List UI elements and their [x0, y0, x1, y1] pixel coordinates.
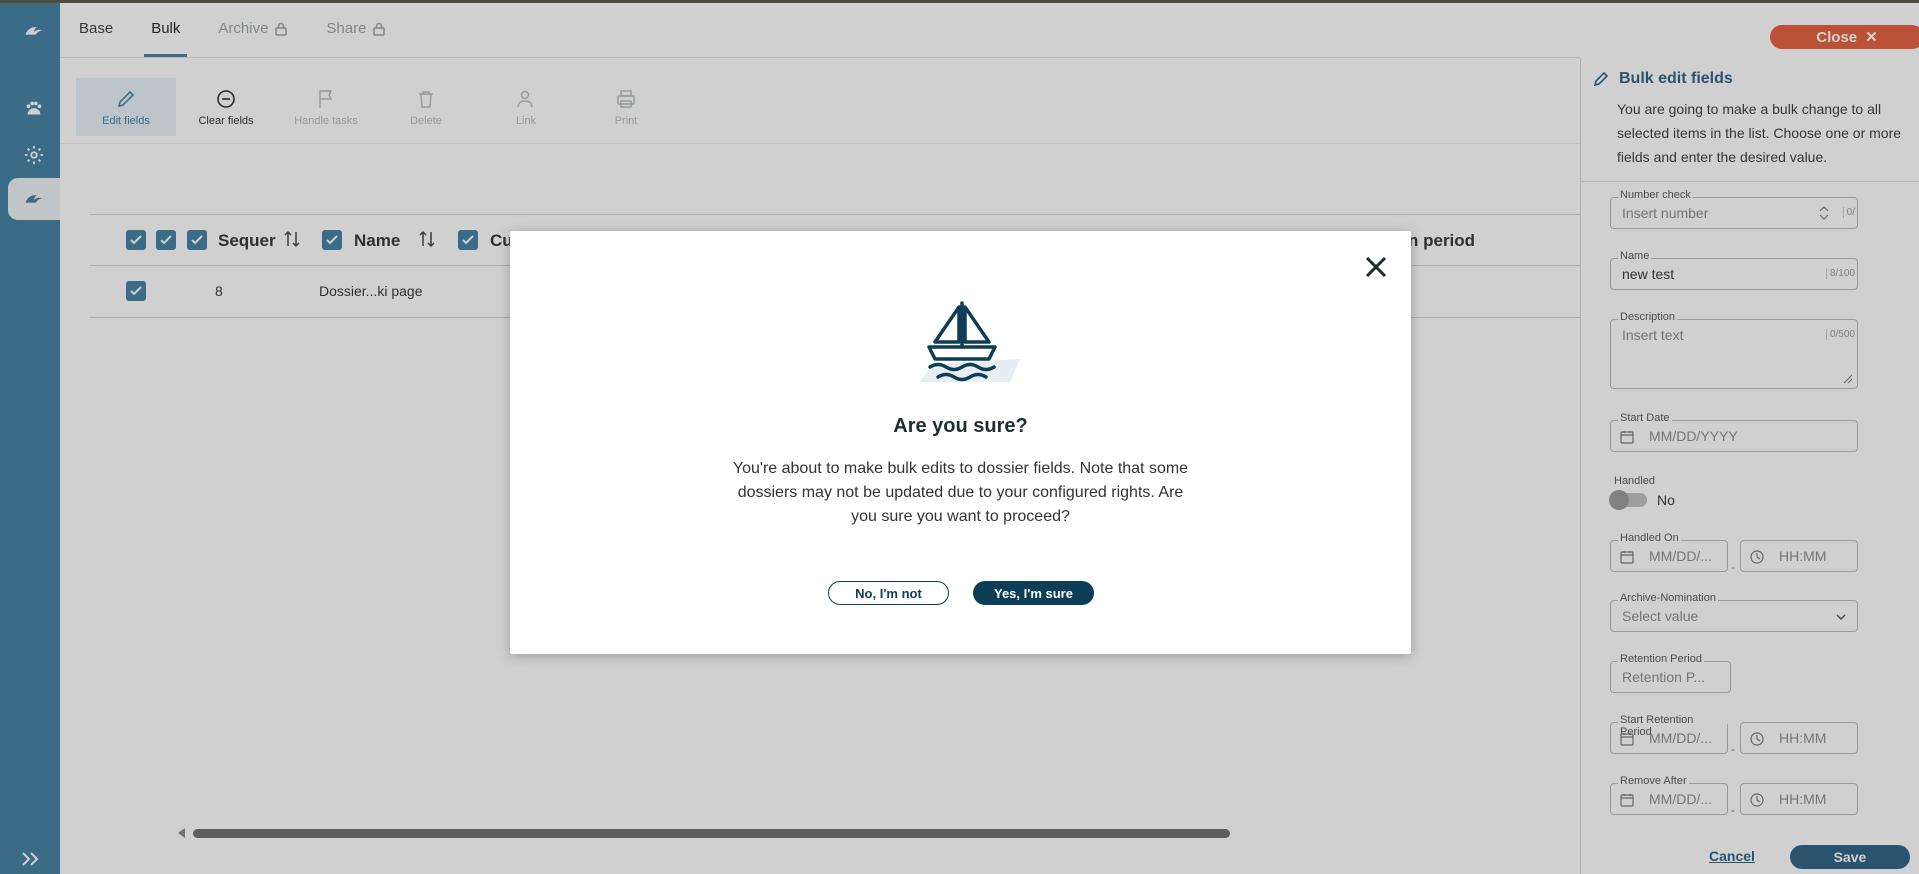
dialog-title: Are you sure?	[893, 415, 1028, 437]
confirm-button[interactable]: Yes, I'm sure	[973, 581, 1094, 605]
confirm-dialog: Are you sure? You're about to make bulk …	[510, 231, 1411, 654]
sailboat-icon	[920, 301, 1020, 382]
cancel-button[interactable]: No, I'm not	[828, 581, 949, 605]
close-icon[interactable]	[1362, 253, 1390, 281]
dialog-message: You're about to make bulk edits to dossi…	[732, 460, 1189, 525]
